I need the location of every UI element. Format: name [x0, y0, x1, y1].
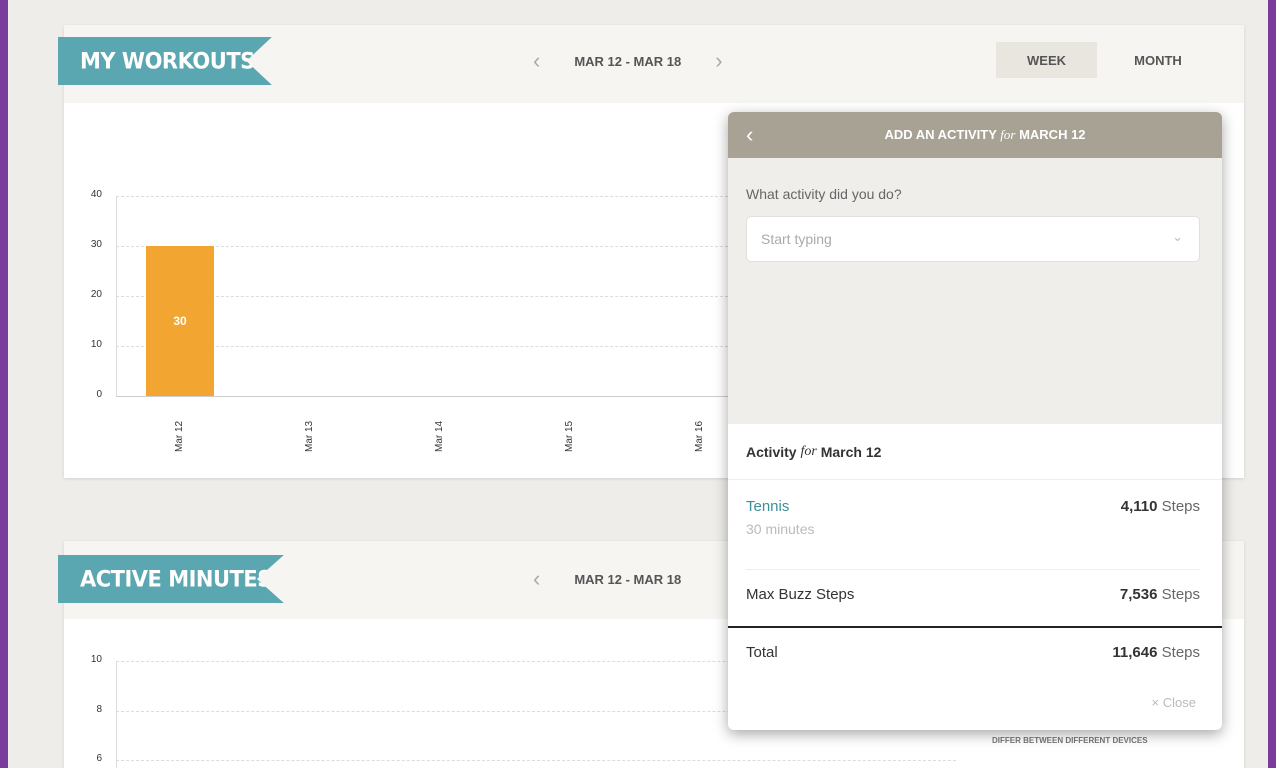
- activity-list-heading: Activity for March 12: [728, 424, 1222, 480]
- workouts-y-tick: 10: [90, 339, 102, 350]
- activity-heading-date: March 12: [820, 443, 882, 460]
- activity-question: What activity did you do?: [746, 186, 902, 202]
- workouts-x-tick: Mar 14: [434, 420, 445, 452]
- active-minutes-y-tick: 10: [90, 654, 102, 665]
- workouts-y-tick: 20: [90, 289, 102, 300]
- close-button[interactable]: × Close: [1152, 695, 1196, 710]
- activity-steps-value: 4,110: [1120, 498, 1158, 515]
- devices-footnote: DIFFER BETWEEN DIFFERENT DEVICES: [992, 736, 1148, 745]
- activity-steps: 4,110 Steps: [1121, 498, 1200, 515]
- activity-steps-unit: Steps: [1161, 498, 1200, 515]
- modal-title: ADD AN ACTIVITY for MARCH 12: [728, 127, 1222, 143]
- chevron-left-icon[interactable]: ‹: [533, 48, 540, 74]
- month-toggle-button[interactable]: MONTH: [1116, 42, 1200, 78]
- workouts-gridline: [116, 196, 728, 197]
- workouts-y-tick: 30: [90, 239, 102, 250]
- active-minutes-y-tick: 8: [96, 704, 102, 715]
- workouts-y-axis-line: [116, 196, 117, 396]
- modal-header: ‹ ADD AN ACTIVITY for MARCH 12: [728, 112, 1222, 158]
- workouts-x-tick: Mar 15: [564, 420, 575, 452]
- active-minutes-y-axis-line: [116, 661, 117, 768]
- active-minutes-date-range: MAR 12 - MAR 18: [574, 571, 682, 587]
- total-steps-unit: Steps: [1161, 644, 1200, 661]
- workouts-x-tick: Mar 13: [304, 420, 315, 452]
- activity-input-placeholder: Start typing: [761, 231, 832, 247]
- max-buzz-steps-unit: Steps: [1161, 586, 1200, 603]
- total-row: Total 11,646 Steps: [728, 628, 1222, 684]
- add-activity-modal: ‹ ADD AN ACTIVITY for MARCH 12 What acti…: [728, 112, 1222, 730]
- activity-heading-label: Activity: [746, 443, 797, 460]
- workouts-y-tick: 0: [96, 389, 102, 400]
- modal-title-date: MARCH 12: [1019, 127, 1086, 142]
- activity-search-input[interactable]: Start typing ⌄: [746, 216, 1200, 262]
- max-buzz-steps: 7,536 Steps: [1120, 586, 1200, 603]
- workouts-gridline: [116, 396, 728, 397]
- activity-row-tennis[interactable]: Tennis 30 minutes 4,110 Steps: [728, 480, 1222, 570]
- week-toggle-button[interactable]: WEEK: [996, 42, 1097, 78]
- active-minutes-y-tick: 6: [96, 753, 102, 764]
- chevron-right-icon[interactable]: ›: [715, 48, 722, 74]
- chevron-left-icon[interactable]: ‹: [533, 566, 540, 592]
- modal-title-for: for: [1000, 127, 1016, 142]
- active-minutes-gridline: [116, 760, 956, 761]
- total-steps-value: 11,646: [1112, 644, 1158, 661]
- workouts-y-tick: 40: [90, 189, 102, 200]
- workouts-bar-label: 30: [173, 314, 187, 328]
- activity-heading-for: for: [800, 443, 817, 459]
- activity-input-section: What activity did you do? Start typing ⌄: [728, 158, 1222, 424]
- active-minutes-date-nav: ‹ MAR 12 - MAR 18: [533, 566, 715, 592]
- workouts-bar[interactable]: 30: [146, 246, 214, 396]
- back-chevron-icon[interactable]: ‹: [746, 122, 753, 148]
- workouts-x-tick: Mar 12: [174, 420, 185, 452]
- workouts-date-nav: ‹ MAR 12 - MAR 18 ›: [533, 48, 723, 74]
- active-minutes-title: ACTIVE MINUTES: [58, 554, 284, 604]
- chevron-down-icon[interactable]: ⌄: [1172, 229, 1183, 245]
- workouts-title: MY WORKOUTS: [58, 36, 272, 86]
- activity-row-max-buzz: Max Buzz Steps 7,536 Steps: [728, 570, 1222, 626]
- page-canvas: MY WORKOUTS ‹ MAR 12 - MAR 18 › WEEK MON…: [8, 0, 1268, 768]
- total-steps: 11,646 Steps: [1112, 644, 1200, 661]
- workouts-date-range: MAR 12 - MAR 18: [574, 53, 682, 69]
- activity-duration: 30 minutes: [746, 521, 815, 537]
- modal-title-main: ADD AN ACTIVITY: [884, 127, 997, 142]
- workouts-x-tick: Mar 16: [694, 420, 705, 452]
- max-buzz-steps-value: 7,536: [1119, 586, 1158, 603]
